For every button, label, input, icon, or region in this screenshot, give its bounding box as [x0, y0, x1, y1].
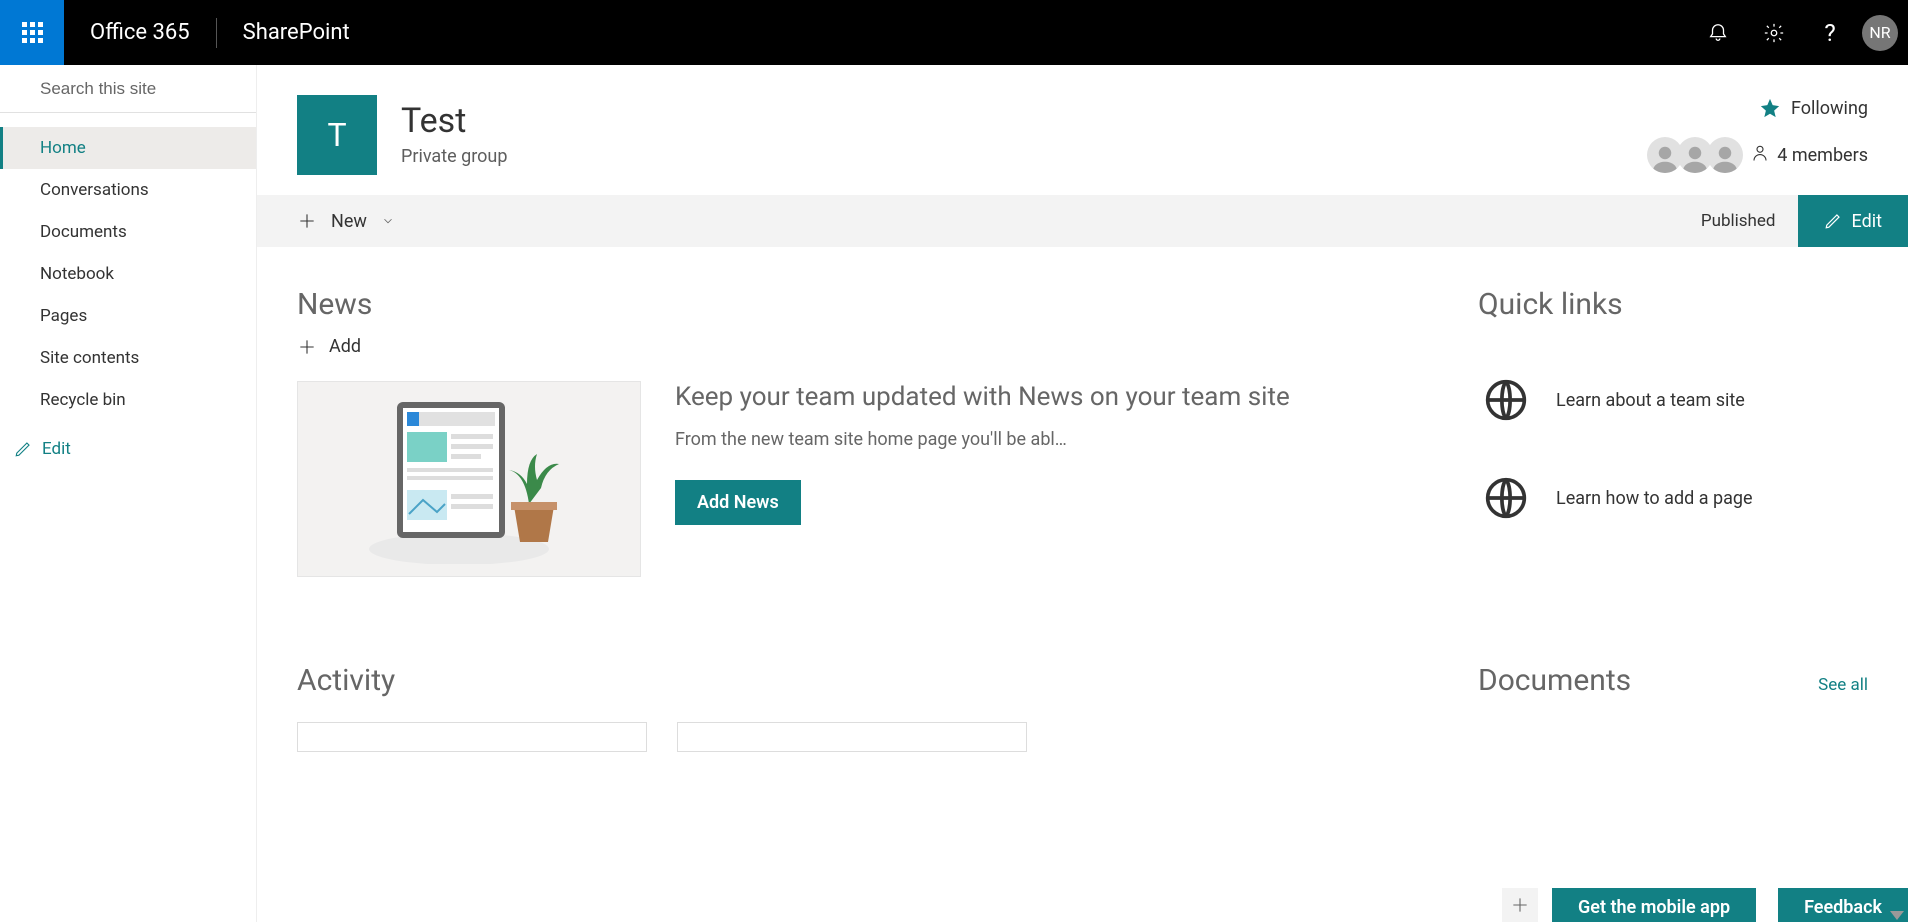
edit-page-button[interactable]: Edit	[1798, 195, 1908, 247]
news-section: News Add	[297, 287, 1418, 577]
activity-section: Activity	[297, 663, 1418, 752]
app-bar-right: ? NR	[1690, 0, 1908, 65]
body-area: Home Conversations Documents Notebook Pa…	[0, 65, 1908, 922]
user-avatar[interactable]: NR	[1862, 15, 1898, 51]
get-mobile-app-button[interactable]: Get the mobile app	[1552, 888, 1756, 922]
person-silhouette-icon	[1650, 143, 1680, 173]
news-illustration-icon	[359, 394, 579, 564]
star-icon	[1759, 97, 1781, 119]
member-avatar	[1707, 137, 1743, 173]
activity-cards	[297, 722, 1418, 752]
member-avatars	[1647, 137, 1743, 173]
nav-recycle-bin[interactable]: Recycle bin	[0, 379, 256, 421]
pencil-icon	[14, 440, 32, 458]
sidebar: Home Conversations Documents Notebook Pa…	[0, 65, 256, 922]
members-label: 4 members	[1777, 145, 1868, 166]
news-text: Keep your team updated with News on your…	[675, 381, 1418, 525]
question-icon: ?	[1824, 19, 1835, 47]
notifications-button[interactable]	[1690, 0, 1746, 65]
content-row: News Add	[257, 247, 1908, 577]
command-bar: New Published Edit	[257, 195, 1908, 247]
news-headline: Keep your team updated with News on your…	[675, 381, 1418, 415]
members-button[interactable]: 4 members	[1647, 137, 1868, 173]
brand-app[interactable]: SharePoint	[217, 0, 376, 65]
quicklinks-title: Quick links	[1478, 287, 1868, 322]
published-status: Published	[1679, 195, 1798, 247]
search-box[interactable]	[0, 65, 256, 113]
edit-label: Edit	[1852, 211, 1882, 232]
gear-icon	[1763, 22, 1785, 44]
floating-buttons: Get the mobile app Feedback	[1552, 888, 1908, 922]
person-silhouette-icon	[1680, 143, 1710, 173]
globe-icon	[1478, 372, 1534, 428]
command-bar-right: Published Edit	[1679, 195, 1908, 247]
app-launcher-button[interactable]	[0, 0, 64, 65]
nav-list: Home Conversations Documents Notebook Pa…	[0, 113, 256, 429]
app-bar: Office 365 SharePoint ? NR	[0, 0, 1908, 65]
scrollbar-down-arrow-icon[interactable]	[1890, 911, 1904, 920]
following-label: Following	[1791, 98, 1868, 119]
site-title-block: Test Private group	[401, 103, 507, 167]
documents-add-button[interactable]	[1502, 888, 1538, 922]
plus-icon	[1510, 895, 1530, 915]
brand-section: Office 365 SharePoint	[64, 0, 376, 65]
feedback-button[interactable]: Feedback	[1778, 888, 1908, 922]
following-button[interactable]: Following	[1759, 97, 1868, 119]
globe-icon	[1478, 470, 1534, 526]
site-header: T Test Private group Following	[257, 65, 1908, 195]
settings-button[interactable]	[1746, 0, 1802, 65]
quicklinks-section: Quick links Learn about a team site	[1478, 287, 1868, 577]
documents-title: Documents	[1478, 663, 1868, 698]
bell-icon	[1707, 22, 1729, 44]
help-button[interactable]: ?	[1802, 0, 1858, 65]
news-thumbnail	[297, 381, 641, 577]
activity-title: Activity	[297, 663, 1418, 698]
plus-icon	[297, 211, 317, 231]
waffle-icon	[22, 22, 43, 43]
site-logo[interactable]: T	[297, 95, 377, 175]
activity-card[interactable]	[677, 722, 1027, 752]
quicklink-label: Learn how to add a page	[1556, 488, 1753, 509]
news-description: From the new team site home page you'll …	[675, 429, 1418, 450]
plus-icon	[297, 337, 317, 357]
site-header-right: Following	[1647, 97, 1868, 173]
add-news-button[interactable]: Add News	[675, 480, 801, 525]
nav-conversations[interactable]: Conversations	[0, 169, 256, 211]
activity-card[interactable]	[297, 722, 647, 752]
person-icon	[1751, 142, 1769, 169]
lower-row: Activity Documents See all	[257, 577, 1908, 752]
pencil-icon	[1824, 212, 1842, 230]
nav-home[interactable]: Home	[0, 127, 256, 169]
see-all-link[interactable]: See all	[1818, 675, 1868, 695]
main-area: T Test Private group Following	[256, 65, 1908, 922]
news-title: News	[297, 287, 1418, 322]
nav-notebook[interactable]: Notebook	[0, 253, 256, 295]
person-silhouette-icon	[1710, 143, 1740, 173]
chevron-down-icon	[381, 214, 395, 228]
site-title[interactable]: Test	[401, 103, 507, 140]
new-button[interactable]: New	[297, 211, 395, 232]
add-news-label: Add	[329, 336, 361, 357]
quicklink-learn-team-site[interactable]: Learn about a team site	[1478, 366, 1868, 464]
documents-section: Documents See all	[1478, 663, 1868, 752]
site-subtitle: Private group	[401, 146, 507, 167]
nav-edit-label: Edit	[42, 439, 71, 459]
quicklink-label: Learn about a team site	[1556, 390, 1745, 411]
quicklink-learn-add-page[interactable]: Learn how to add a page	[1478, 464, 1868, 562]
nav-documents[interactable]: Documents	[0, 211, 256, 253]
add-news-link[interactable]: Add	[297, 336, 361, 357]
new-label: New	[331, 211, 367, 232]
nav-edit-link[interactable]: Edit	[0, 429, 256, 469]
search-input[interactable]	[38, 78, 263, 100]
nav-site-contents[interactable]: Site contents	[0, 337, 256, 379]
brand-office365[interactable]: Office 365	[64, 0, 216, 65]
nav-pages[interactable]: Pages	[0, 295, 256, 337]
news-block: Keep your team updated with News on your…	[297, 381, 1418, 577]
